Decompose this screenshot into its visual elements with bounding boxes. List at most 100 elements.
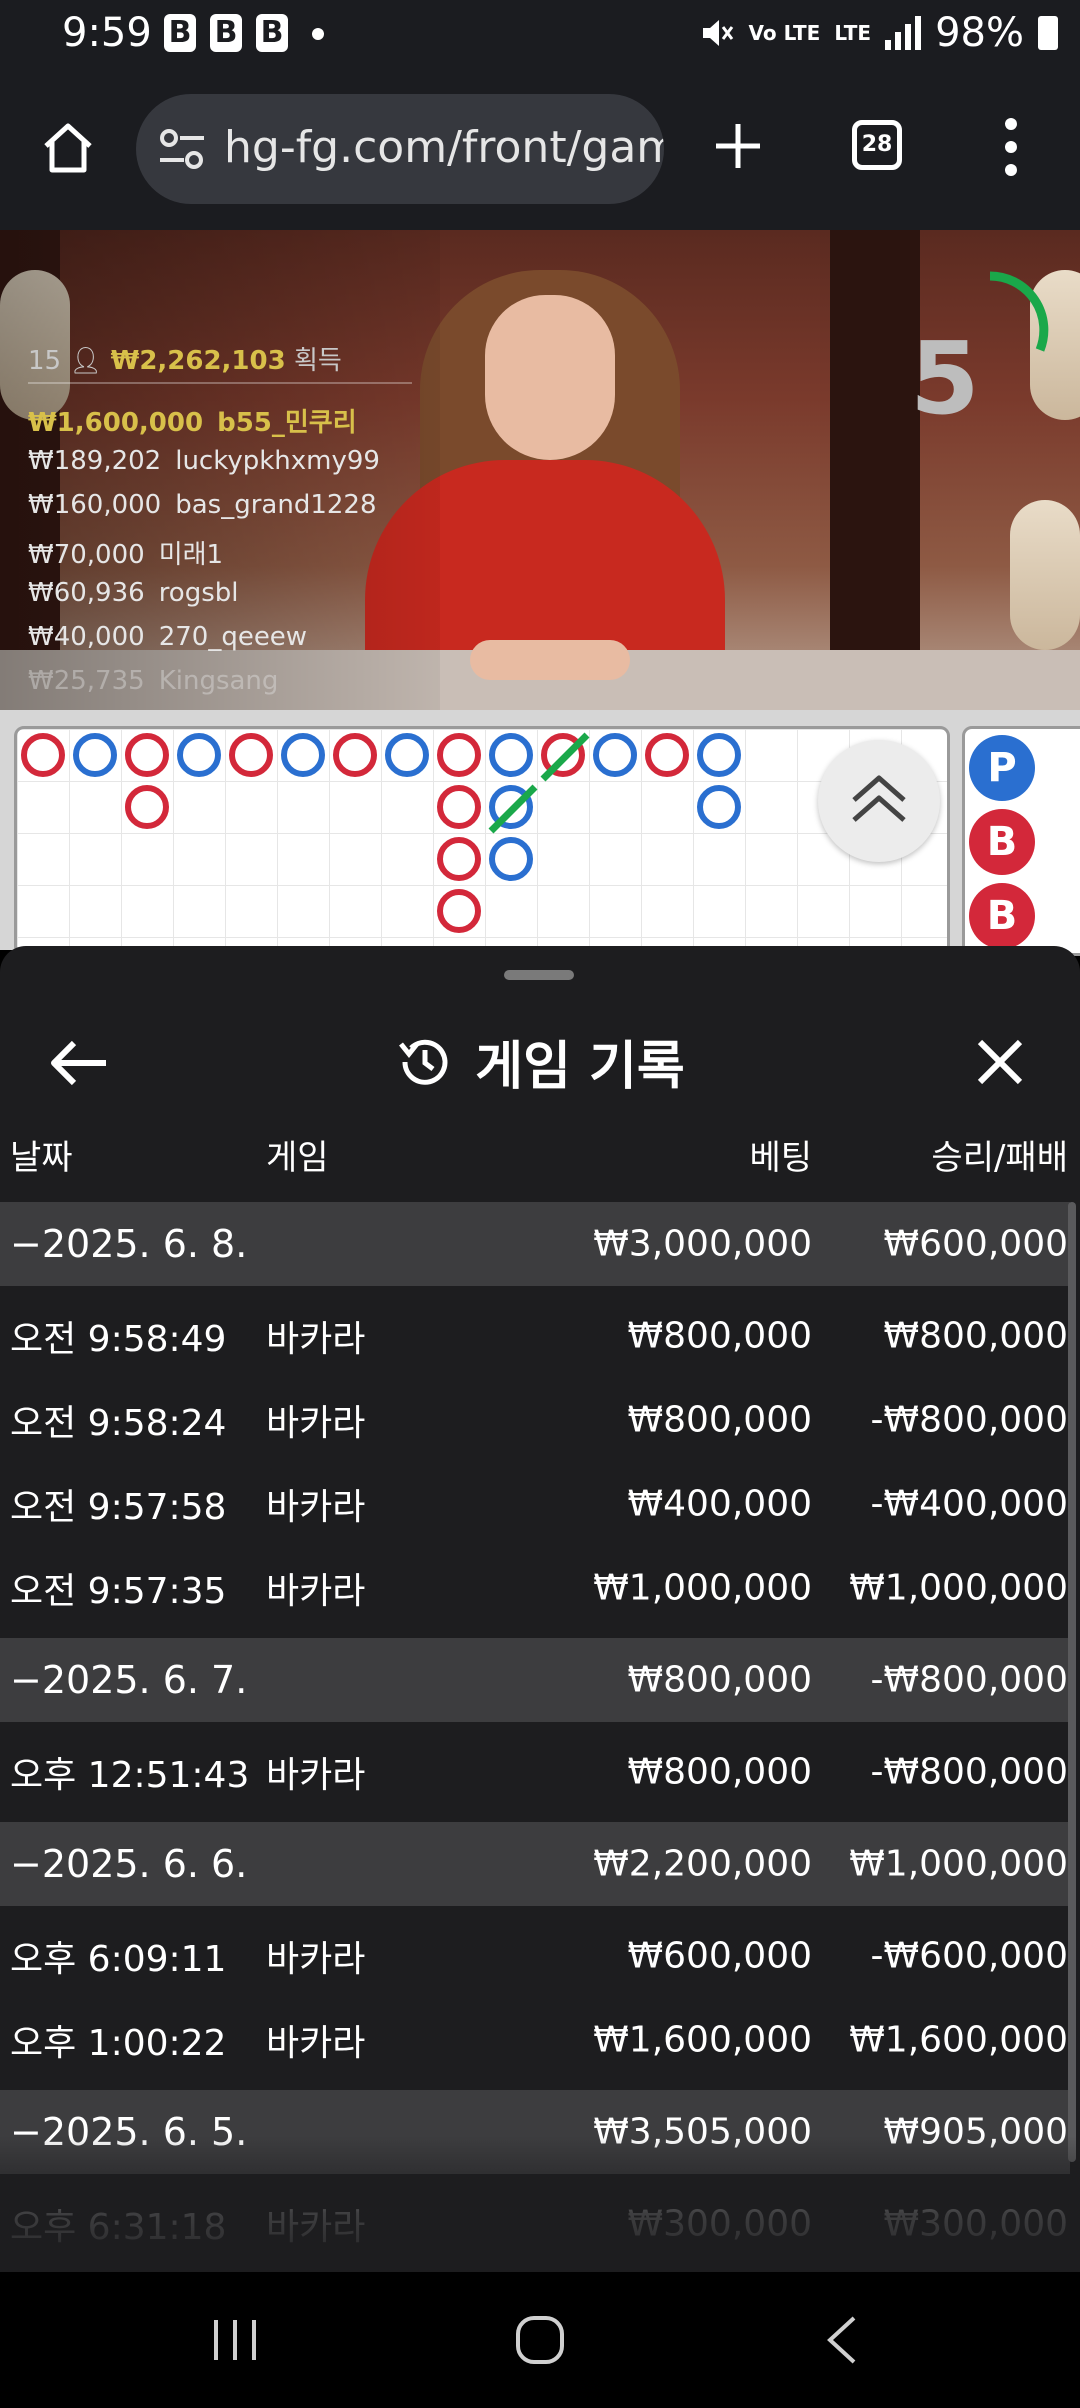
winner-name: 270_qeeew <box>158 622 308 652</box>
history-row[interactable]: 오후 12:51:43 바카라 ₩800,000 -₩800,000 <box>0 1730 1070 1814</box>
lantern <box>1010 500 1080 650</box>
sheet-header: 게임 기록 <box>0 1024 1080 1099</box>
row-result: -₩800,000 <box>870 1399 1068 1441</box>
date-group-row[interactable]: −2025. 6. 8. ₩3,000,000 ₩600,000 <box>0 1202 1070 1286</box>
row-game: 바카라 <box>266 1755 366 1796</box>
row-game: 바카라 <box>266 1403 366 1444</box>
row-date: 오후 1:00:22 <box>10 2023 227 2064</box>
row-game: 바카라 <box>266 1487 366 1528</box>
row-game: 바카라 <box>266 2023 366 2064</box>
mute-icon <box>702 20 733 46</box>
history-row[interactable]: 오후 1:00:22 바카라 ₩1,600,000 ₩1,600,000 <box>0 1998 1070 2082</box>
row-date: 오전 9:58:49 <box>10 1319 227 1360</box>
winner-amount: ₩1,600,000 <box>28 408 204 438</box>
banker-chip: B <box>969 809 1035 875</box>
url-text[interactable]: hg-fg.com/front/gam <box>224 122 664 173</box>
winner-amount: ₩25,735 <box>28 666 145 696</box>
history-row[interactable]: 오후 6:09:11 바카라 ₩600,000 -₩600,000 <box>0 1914 1070 1998</box>
column-header-result[interactable]: 승리/패배 <box>931 1130 1068 1179</box>
winner-name: luckypkhxmy99 <box>175 446 380 476</box>
row-date: 오전 9:57:35 <box>10 1571 227 1612</box>
history-row[interactable]: 오전 9:57:35 바카라 ₩1,000,000 ₩1,000,000 <box>0 1546 1070 1630</box>
status-bar: 9:59 B B B Vo LTE LTE 98% <box>0 0 1080 70</box>
sheet-title: 게임 기록 <box>475 1037 685 1097</box>
winner-amount: ₩70,000 <box>28 540 145 570</box>
back-nav-icon[interactable] <box>822 2312 862 2368</box>
winner-row: ₩160,000 bas_grand1228 <box>28 490 377 520</box>
signal-icon <box>885 16 922 50</box>
winner-amount: ₩40,000 <box>28 622 145 652</box>
winners-suffix: 획득 <box>293 346 342 376</box>
winners-header: 15 👤︎ ₩2,262,103 획득 <box>28 340 342 377</box>
row-bet: ₩800,000 <box>627 1659 812 1701</box>
winners-total: ₩2,262,103 <box>110 346 286 376</box>
scoreboard: PBB <box>0 710 1080 956</box>
tab-switcher-button[interactable]: 28 <box>852 120 902 170</box>
date-group-row[interactable]: −2025. 6. 6. ₩2,200,000 ₩1,000,000 <box>0 1822 1070 1906</box>
home-icon[interactable] <box>38 118 98 178</box>
row-bet: ₩800,000 <box>627 1751 812 1793</box>
sheet-grabber[interactable] <box>504 970 574 980</box>
column-header-game[interactable]: 게임 <box>266 1130 329 1179</box>
winner-row: ₩189,202 luckypkhxmy99 <box>28 446 380 476</box>
history-row[interactable]: 오전 9:58:24 바카라 ₩800,000 -₩800,000 <box>0 1378 1070 1462</box>
video-wall-panel <box>830 230 920 710</box>
battery-icon <box>1038 16 1058 50</box>
volte-indicator: Vo LTE <box>748 21 821 45</box>
column-header-date[interactable]: 날짜 <box>10 1130 73 1179</box>
row-result: -₩400,000 <box>870 1483 1068 1525</box>
column-header-bet[interactable]: 베팅 <box>749 1130 812 1179</box>
status-time: 9:59 <box>62 10 152 56</box>
scrollbar[interactable] <box>1068 1202 1076 2162</box>
row-bet: ₩600,000 <box>627 1935 812 1977</box>
double-chevron-up-icon <box>852 775 906 822</box>
row-bet: ₩2,200,000 <box>593 1843 812 1885</box>
row-result: ₩600,000 <box>883 1223 1068 1265</box>
expand-scoreboard-button[interactable] <box>818 740 940 862</box>
history-row[interactable]: 오전 9:58:49 바카라 ₩800,000 ₩800,000 <box>0 1294 1070 1378</box>
close-icon[interactable] <box>976 1038 1024 1086</box>
notification-b-icon: B <box>164 14 196 52</box>
navigation-bar <box>0 2272 1080 2408</box>
home-nav-icon[interactable] <box>512 2312 568 2368</box>
row-bet: ₩3,000,000 <box>593 1223 812 1265</box>
winner-name: 미래1 <box>158 540 224 570</box>
date-group-row[interactable]: −2025. 6. 7. ₩800,000 -₩800,000 <box>0 1638 1070 1722</box>
browser-toolbar: hg-fg.com/front/gam 28 <box>0 70 1080 230</box>
live-video[interactable]: 15 👤︎ ₩2,262,103 획득 ₩1,600,000 b55_민쿠리 ₩18… <box>0 230 1080 710</box>
row-result: ₩800,000 <box>883 1315 1068 1357</box>
row-bet: ₩400,000 <box>627 1483 812 1525</box>
row-result: -₩600,000 <box>870 1935 1068 1977</box>
plus-icon[interactable] <box>712 120 764 172</box>
history-table: −2025. 6. 8. ₩3,000,000 ₩600,000 오전 9:58:49… <box>0 1202 1070 2266</box>
row-date: 오전 9:58:24 <box>10 1403 227 1444</box>
winner-name: bas_grand1228 <box>175 490 377 520</box>
row-bet: ₩800,000 <box>627 1315 812 1357</box>
winner-amount: ₩60,936 <box>28 578 145 608</box>
dealer-face <box>485 295 615 460</box>
winners-divider <box>28 382 412 384</box>
status-right: Vo LTE LTE 98% <box>699 10 1058 56</box>
battery-percent: 98% <box>935 10 1024 56</box>
winner-name: b55_민쿠리 <box>217 408 357 438</box>
dealer-hands <box>470 640 630 680</box>
row-game: 바카라 <box>266 1319 366 1360</box>
row-date: 오후 6:09:11 <box>10 1939 227 1980</box>
address-bar[interactable]: hg-fg.com/front/gam <box>136 94 664 204</box>
row-bet: ₩1,000,000 <box>593 1567 812 1609</box>
tune-icon[interactable] <box>158 127 206 171</box>
lte-indicator: LTE <box>834 21 872 45</box>
notification-b-icon: B <box>210 14 242 52</box>
winner-row: ₩60,936 rogsbl <box>28 578 239 608</box>
prediction-board: PBB <box>962 726 1080 956</box>
history-row[interactable]: 오전 9:57:58 바카라 ₩400,000 -₩400,000 <box>0 1462 1070 1546</box>
row-bet: ₩1,600,000 <box>593 2019 812 2061</box>
row-date: −2025. 6. 6. <box>10 1842 248 1886</box>
row-date: 오전 9:57:58 <box>10 1487 227 1528</box>
row-result: -₩800,000 <box>870 1659 1068 1701</box>
winners-count: 15 <box>28 346 62 376</box>
notification-dot <box>312 28 324 40</box>
notification-b-icon: B <box>256 14 288 52</box>
recents-icon[interactable] <box>210 2316 260 2364</box>
more-vert-icon[interactable] <box>998 116 1024 178</box>
